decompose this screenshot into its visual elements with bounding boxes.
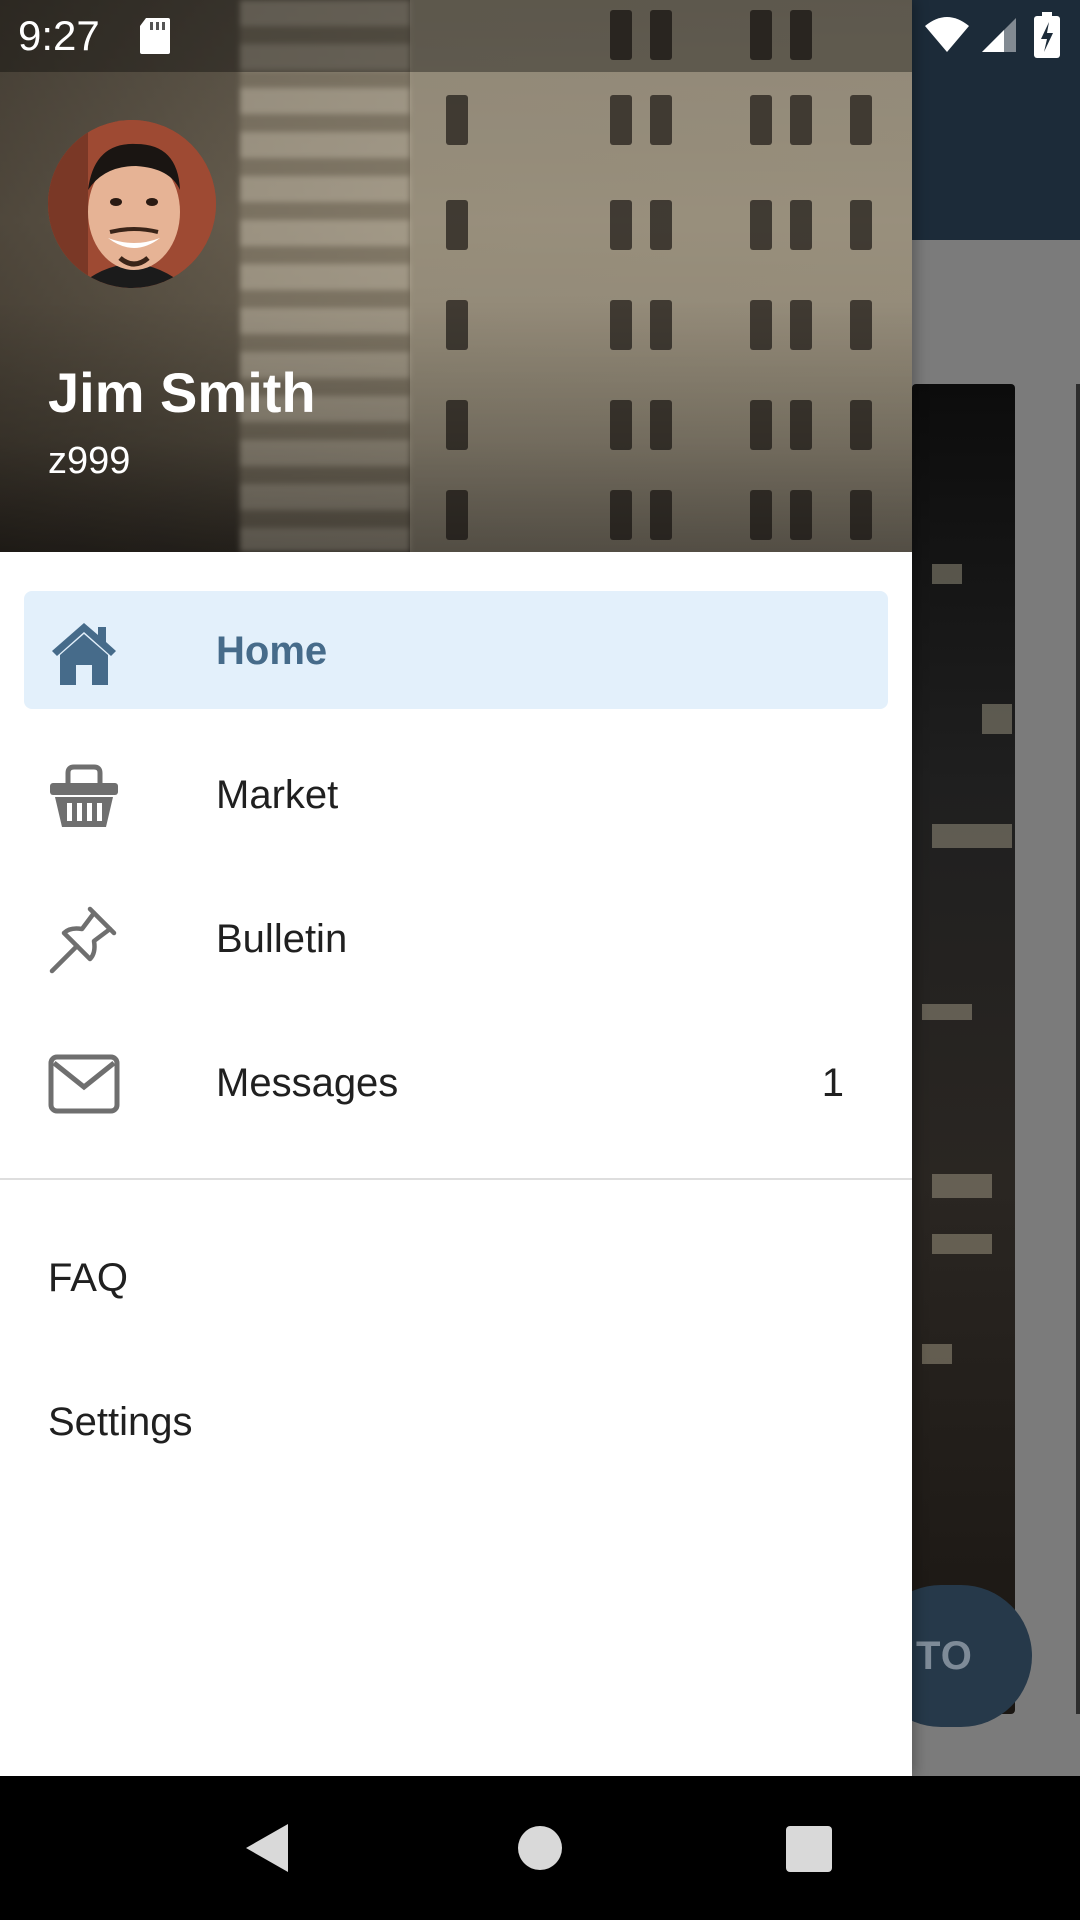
menu-item-home[interactable]: Home <box>24 591 888 709</box>
menu-item-label: Bulletin <box>216 917 348 961</box>
status-time: 9:27 <box>18 12 100 59</box>
envelope-icon <box>48 1054 120 1114</box>
messages-count-badge: 1 <box>821 1061 844 1105</box>
status-bar: 9:27 <box>0 0 1080 72</box>
home-icon <box>52 623 116 685</box>
user-name: Jim Smith <box>48 361 316 424</box>
app-content-card <box>912 384 1015 1714</box>
battery-charging-icon <box>1034 12 1060 58</box>
menu-item-messages[interactable]: Messages 1 <box>24 1023 888 1141</box>
profile-photo <box>48 120 216 288</box>
pushpin-icon <box>49 906 117 974</box>
menu-item-market[interactable]: Market <box>24 735 888 853</box>
app-edge <box>1076 384 1080 1714</box>
wifi-icon <box>925 17 969 52</box>
menu-item-label: Market <box>216 773 339 817</box>
menu-item-label: Messages <box>216 1061 399 1105</box>
fab-label: TO <box>916 1633 973 1678</box>
menu-divider <box>0 1178 912 1180</box>
signal-icon <box>982 18 1016 52</box>
recent-apps-icon[interactable] <box>786 1826 832 1872</box>
menu-item-settings[interactable]: Settings <box>48 1400 193 1445</box>
sd-card-icon <box>140 18 170 54</box>
back-icon[interactable] <box>244 1822 290 1874</box>
system-nav-bar <box>0 1776 1080 1920</box>
avatar[interactable] <box>48 120 216 288</box>
menu-item-faq[interactable]: FAQ <box>48 1256 128 1301</box>
drawer-header: Jim Smith z999 <box>0 0 912 552</box>
navigation-drawer: Jim Smith z999 Home Market Bulletin Mess… <box>0 0 912 1776</box>
menu-item-label: Home <box>216 629 328 673</box>
menu-item-bulletin[interactable]: Bulletin <box>24 879 888 997</box>
user-id: z999 <box>48 440 131 482</box>
basket-icon <box>50 764 118 827</box>
home-nav-icon[interactable] <box>518 1826 562 1870</box>
